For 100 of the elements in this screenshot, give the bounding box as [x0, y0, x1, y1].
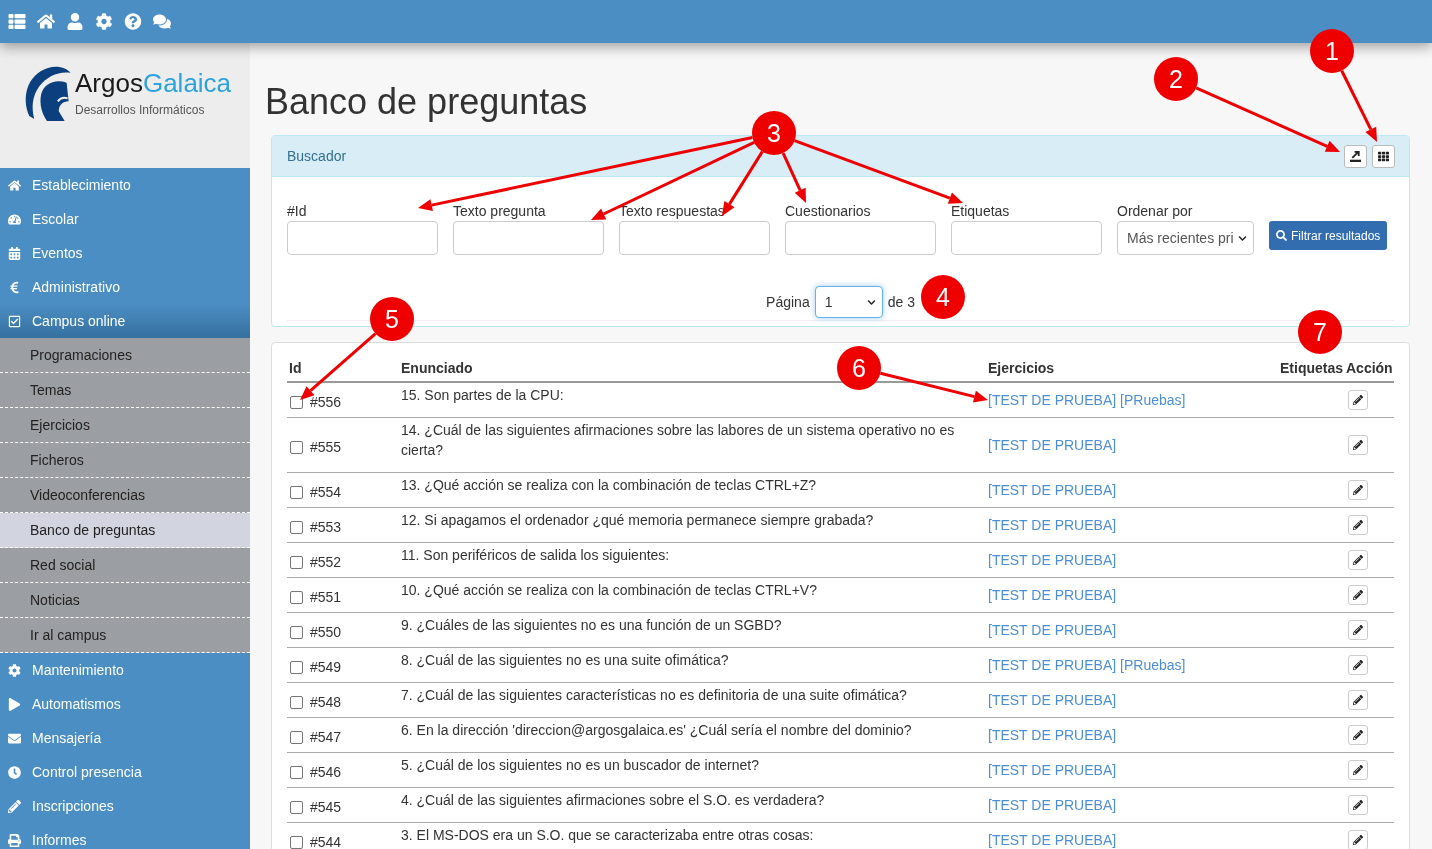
pencil-icon — [1353, 485, 1363, 495]
question-text: 15. Son partes de la CPU: — [401, 387, 564, 403]
question-text: 7. ¿Cuál de las siguientes características no es definitoria de una suite ofimática? — [401, 687, 907, 703]
exercise-link[interactable]: [PRuebas] — [1120, 657, 1186, 673]
question-text: 13. ¿Qué acción se realiza con la combinación de teclas CTRL+Z? — [401, 477, 817, 493]
exercise-link[interactable]: [TEST DE PRUEBA] — [988, 552, 1117, 568]
filter-label: Etiquetas — [951, 202, 1011, 221]
edit-button[interactable] — [1348, 760, 1368, 780]
page-select[interactable]: 1 — [814, 286, 883, 318]
exercise-link[interactable]: [TEST DE PRUEBA] — [988, 762, 1117, 778]
edit-button[interactable] — [1348, 655, 1368, 675]
row-checkbox[interactable] — [290, 395, 303, 409]
pencil-icon — [8, 799, 21, 813]
exercise-link[interactable]: [TEST DE PRUEBA] — [988, 727, 1117, 743]
exercise-link[interactable]: [PRuebas] — [1120, 392, 1186, 408]
question-text: 12. Si apagamos el ordenador ¿qué memoria permanece siempre grabada? — [401, 512, 874, 528]
column-header: Id — [289, 360, 302, 376]
filter-label: #Id — [287, 202, 308, 221]
edit-button[interactable] — [1348, 725, 1368, 745]
edit-button[interactable] — [1348, 690, 1368, 710]
pencil-icon — [1353, 660, 1363, 670]
exercise-link[interactable]: [TEST DE PRUEBA] — [988, 482, 1117, 498]
edit-button[interactable] — [1348, 515, 1368, 535]
filter-field[interactable] — [619, 221, 770, 255]
help-icon[interactable] — [124, 13, 142, 30]
filter-label: Cuestionarios — [785, 202, 872, 221]
exercise-link[interactable]: [TEST DE PRUEBA] — [988, 437, 1117, 453]
question-id: #544 — [310, 834, 342, 849]
exercise-link[interactable]: [TEST DE PRUEBA] — [988, 392, 1117, 408]
exercise-link[interactable]: [TEST DE PRUEBA] — [988, 587, 1117, 603]
row-checkbox[interactable] — [290, 520, 303, 534]
filter-label: Texto pregunta — [453, 202, 547, 221]
chat-icon[interactable] — [153, 13, 171, 30]
row-checkbox[interactable] — [290, 485, 303, 499]
question-id: #551 — [310, 589, 342, 605]
printer-icon — [8, 833, 21, 847]
edit-button[interactable] — [1348, 585, 1368, 605]
user-icon[interactable] — [66, 13, 84, 30]
search-icon — [1276, 230, 1287, 241]
export-button[interactable] — [1344, 144, 1367, 168]
exercise-link[interactable]: [TEST DE PRUEBA] — [988, 797, 1117, 813]
question-text: 9. ¿Cuáles de las siguientes no es una función de un SGBD? — [401, 617, 782, 633]
sort-select[interactable]: Más recientes pri — [1117, 221, 1254, 255]
exercise-link[interactable]: [TEST DE PRUEBA] — [988, 692, 1117, 708]
question-text: 4. ¿Cuál de las siguientes afirmaciones sobre el S.O. es verdadera? — [401, 792, 825, 808]
play-icon — [8, 697, 21, 711]
exercise-link[interactable]: [TEST DE PRUEBA] — [988, 832, 1117, 848]
grid-view-button[interactable] — [1372, 144, 1395, 168]
row-checkbox[interactable] — [290, 835, 303, 849]
settings-icon[interactable] — [95, 13, 113, 30]
euro-icon — [8, 280, 21, 294]
row-checkbox[interactable] — [290, 730, 303, 744]
question-text: 14. ¿Cuál de las siguientes afirmaciones sobre las labores de un sistema operativo no es cierta? — [401, 422, 955, 458]
question-id: #552 — [310, 554, 342, 570]
row-checkbox[interactable] — [290, 590, 303, 604]
calendar-icon — [8, 246, 21, 260]
chevron-down-icon — [1238, 233, 1247, 243]
question-id: #556 — [310, 394, 342, 410]
row-checkbox[interactable] — [290, 765, 303, 779]
edit-button[interactable] — [1348, 480, 1368, 500]
filter-field[interactable] — [453, 221, 604, 255]
exercise-link[interactable]: [TEST DE PRUEBA] — [988, 517, 1117, 533]
question-id: #550 — [310, 624, 342, 640]
logo-tagline: Desarrollos Informáticos — [75, 102, 206, 118]
exercise-link[interactable]: [TEST DE PRUEBA] — [988, 622, 1117, 638]
page-total: de 3 — [887, 292, 915, 312]
filter-field[interactable] — [287, 221, 438, 255]
filter-field[interactable] — [951, 221, 1102, 255]
edit-button[interactable] — [1348, 390, 1368, 410]
clock-icon — [8, 765, 21, 779]
exercise-link[interactable]: [TEST DE PRUEBA] — [988, 657, 1117, 673]
pencil-icon — [1353, 730, 1363, 740]
filter-button[interactable]: Filtrar resultados — [1269, 221, 1388, 250]
filter-field[interactable] — [785, 221, 936, 255]
submenu-item[interactable]: Banco de preguntas — [0, 513, 250, 548]
edit-button[interactable] — [1348, 830, 1368, 849]
list-icon[interactable] — [8, 13, 26, 30]
question-id: #553 — [310, 519, 342, 535]
row-checkbox[interactable] — [290, 695, 303, 709]
row-checkbox[interactable] — [290, 660, 303, 674]
row-checkbox[interactable] — [290, 555, 303, 569]
row-checkbox[interactable] — [290, 625, 303, 639]
edit-button[interactable] — [1348, 435, 1368, 455]
pencil-icon — [1353, 520, 1363, 530]
pencil-icon — [1353, 835, 1363, 845]
pencil-icon — [1353, 695, 1363, 705]
question-text: 11. Son periféricos de salida los siguientes: — [401, 547, 670, 563]
home-icon[interactable] — [37, 13, 55, 30]
sidebar-item[interactable]: Campus online — [0, 304, 250, 338]
question-text: 8. ¿Cuál de las siguientes no es una suite ofimática? — [401, 652, 729, 668]
edit-button[interactable] — [1348, 620, 1368, 640]
row-checkbox[interactable] — [290, 800, 303, 814]
page-title: Banco de preguntas — [265, 82, 588, 122]
pencil-icon — [1353, 625, 1363, 635]
edit-button[interactable] — [1348, 550, 1368, 570]
callout-marker: 1 — [1310, 29, 1354, 73]
arrow-tray-icon — [1350, 150, 1361, 162]
edit-button[interactable] — [1348, 795, 1368, 815]
page-label: Página — [766, 292, 810, 312]
row-checkbox[interactable] — [290, 440, 303, 454]
